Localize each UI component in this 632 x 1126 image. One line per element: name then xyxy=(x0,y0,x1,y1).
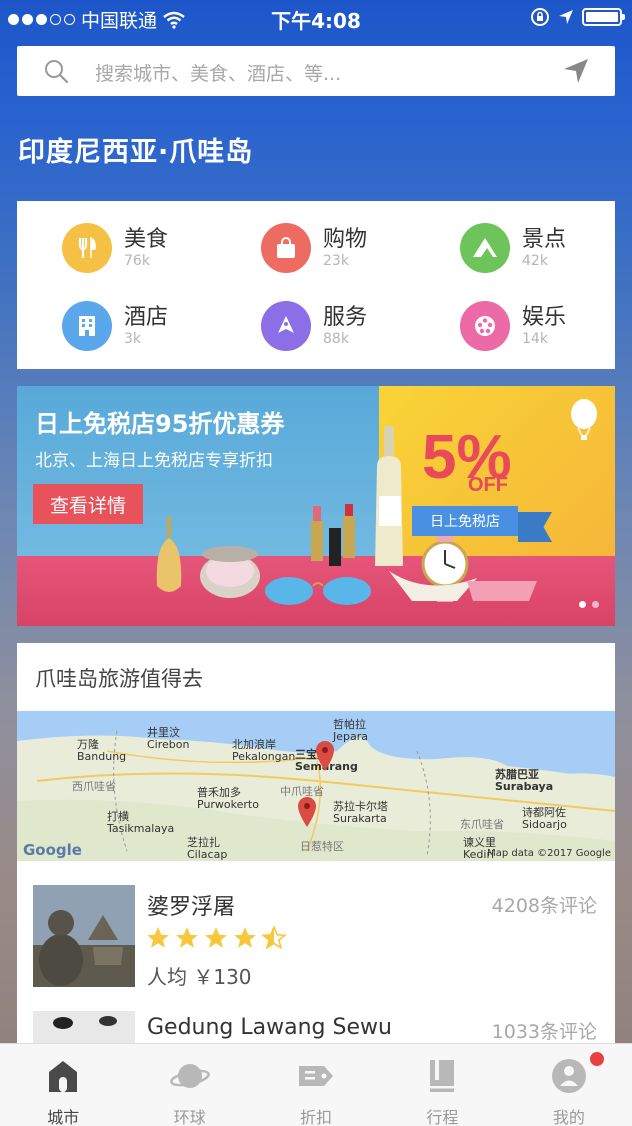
category-card: 美食 76k 购物 23k 景点 42k 酒店 3k 服务 88k 娱乐 14k xyxy=(17,201,615,369)
poi-name: 婆罗浮屠 xyxy=(147,895,236,920)
map-label-east-java: 东爪哇省 xyxy=(460,818,504,831)
island-map[interactable]: 万隆 Bandung 井里汶 Cirebon 北加浪岸 Pekalongan 哲… xyxy=(17,711,615,861)
tab-label: 环球 xyxy=(173,1108,206,1126)
tab-global[interactable]: 环球 xyxy=(126,1044,252,1126)
poi-price: 人均 ￥130 xyxy=(147,965,252,989)
locate-icon[interactable] xyxy=(563,58,589,84)
service-icon xyxy=(261,301,311,351)
category-label: 购物 xyxy=(323,227,368,252)
tab-discount[interactable]: 折扣 xyxy=(253,1044,379,1126)
travel-title: 爪哇岛旅游值得去 xyxy=(35,667,203,691)
rating-stars xyxy=(145,925,287,951)
fork-knife-icon xyxy=(62,223,112,273)
category-service[interactable]: 服务 88k xyxy=(261,295,451,357)
planet-icon xyxy=(169,1064,210,1088)
tab-mine[interactable]: 我的 xyxy=(506,1044,632,1126)
tab-itinerary[interactable]: 行程 xyxy=(379,1044,505,1126)
pager-dot[interactable] xyxy=(592,601,599,608)
banner-pager[interactable] xyxy=(579,601,599,608)
tab-city[interactable]: 城市 xyxy=(0,1044,126,1126)
category-label: 服务 xyxy=(323,305,368,330)
film-reel-icon xyxy=(460,301,510,351)
tab-bar: 城市 环球 折扣 行程 我的 xyxy=(0,1043,632,1126)
battery-icon xyxy=(582,8,625,26)
poi-thumbnail xyxy=(33,885,135,987)
tab-label: 行程 xyxy=(426,1108,459,1126)
map-label-cirebon: 井里汶 Cirebon xyxy=(147,726,190,751)
map-label-yogya: 日惹特区 xyxy=(300,840,344,853)
map-label-surabaya: 苏腊巴亚 Surabaya xyxy=(495,768,554,793)
banner-ribbon: 日上免税店 xyxy=(412,506,518,536)
category-hotel[interactable]: 酒店 3k xyxy=(62,295,252,357)
map-label-surakarta: 苏拉卡尔塔 Surakarta xyxy=(333,800,388,825)
poi-reviews: 1033条评论 xyxy=(491,1021,597,1043)
star-icon xyxy=(234,927,256,948)
map-label-sidoarjo: 诗都阿佐 Sidoarjo xyxy=(522,806,567,831)
profile-icon xyxy=(551,1059,586,1093)
tab-label: 城市 xyxy=(47,1108,80,1126)
category-count: 76k xyxy=(124,253,150,269)
category-count: 3k xyxy=(124,331,142,347)
category-label: 酒店 xyxy=(124,305,169,330)
category-count: 88k xyxy=(323,331,349,347)
half-star-icon xyxy=(261,925,287,950)
map-attribution: Map data ©2017 Google xyxy=(487,848,611,859)
category-label: 景点 xyxy=(522,227,567,252)
banner-title: 日上免税店95折优惠券 xyxy=(35,410,285,438)
shopping-bag-icon xyxy=(261,223,311,273)
map-label-pekalongan: 北加浪岸 Pekalongan xyxy=(232,738,296,763)
search-icon xyxy=(45,60,69,84)
google-logo: Google xyxy=(23,841,82,859)
poi-name: Gedung Lawang Sewu xyxy=(147,1015,392,1040)
map-label-bandung: 万隆 Bandung xyxy=(77,738,127,763)
home-icon xyxy=(49,1061,78,1092)
category-entertainment[interactable]: 娱乐 14k xyxy=(460,295,632,357)
promo-banner[interactable]: 日上免税店95折优惠券 北京、上海日上免税店专享折扣 查看详情 5% OFF 日… xyxy=(17,386,615,626)
category-count: 23k xyxy=(323,253,349,269)
category-count: 42k xyxy=(522,253,548,269)
poi-reviews: 4208条评论 xyxy=(491,895,597,917)
category-shopping[interactable]: 购物 23k xyxy=(261,217,451,279)
building-icon xyxy=(62,301,112,351)
map-label-tasikmalaya: 打横 Tasikmalaya xyxy=(107,810,175,835)
star-icon xyxy=(205,927,227,948)
banner-subtitle: 北京、上海日上免税店专享折扣 xyxy=(35,451,273,471)
tab-label: 折扣 xyxy=(300,1108,333,1126)
status-bar: 中国联通 下午4:08 xyxy=(0,0,632,36)
discount-off: OFF xyxy=(468,474,508,496)
category-label: 娱乐 xyxy=(522,305,567,330)
map-label-west-java: 西爪哇省 xyxy=(72,780,116,793)
region-title: 印度尼西亚·爪哇岛 xyxy=(18,137,254,168)
notification-badge xyxy=(590,1052,605,1066)
rotation-lock-icon xyxy=(531,8,549,26)
map-label-jepara: 哲帕拉 Jepara xyxy=(333,718,368,743)
category-sights[interactable]: 景点 42k xyxy=(460,217,632,279)
travel-card: 爪哇岛旅游值得去 万隆 Bandung 井里汶 Cirebon 北加浪岸 Pek… xyxy=(17,643,615,1063)
pager-dot[interactable] xyxy=(579,601,586,608)
mountain-icon xyxy=(460,223,510,273)
tab-label: 我的 xyxy=(552,1108,585,1126)
map-pin-icon[interactable] xyxy=(315,741,335,771)
list-item-borobudur[interactable]: 婆罗浮屠 4208条评论 人均 ￥130 xyxy=(17,885,615,1005)
star-icon xyxy=(176,927,198,948)
book-icon xyxy=(430,1060,455,1092)
category-label: 美食 xyxy=(124,227,169,252)
location-arrow-icon xyxy=(559,10,573,24)
search-bar[interactable]: 搜索城市、美食、酒店、等... xyxy=(17,46,615,96)
map-label-purwokerto: 普禾加多 Purwokerto xyxy=(197,786,259,811)
category-food[interactable]: 美食 76k xyxy=(62,217,252,279)
star-icon xyxy=(147,927,169,948)
map-pin-icon[interactable] xyxy=(297,797,317,827)
view-details-button[interactable]: 查看详情 xyxy=(33,484,143,524)
category-count: 14k xyxy=(522,331,548,347)
map-label-cilacap: 芝拉扎 Cilacap xyxy=(187,836,228,861)
search-input[interactable]: 搜索城市、美食、酒店、等... xyxy=(95,59,341,86)
tag-icon xyxy=(299,1066,334,1086)
